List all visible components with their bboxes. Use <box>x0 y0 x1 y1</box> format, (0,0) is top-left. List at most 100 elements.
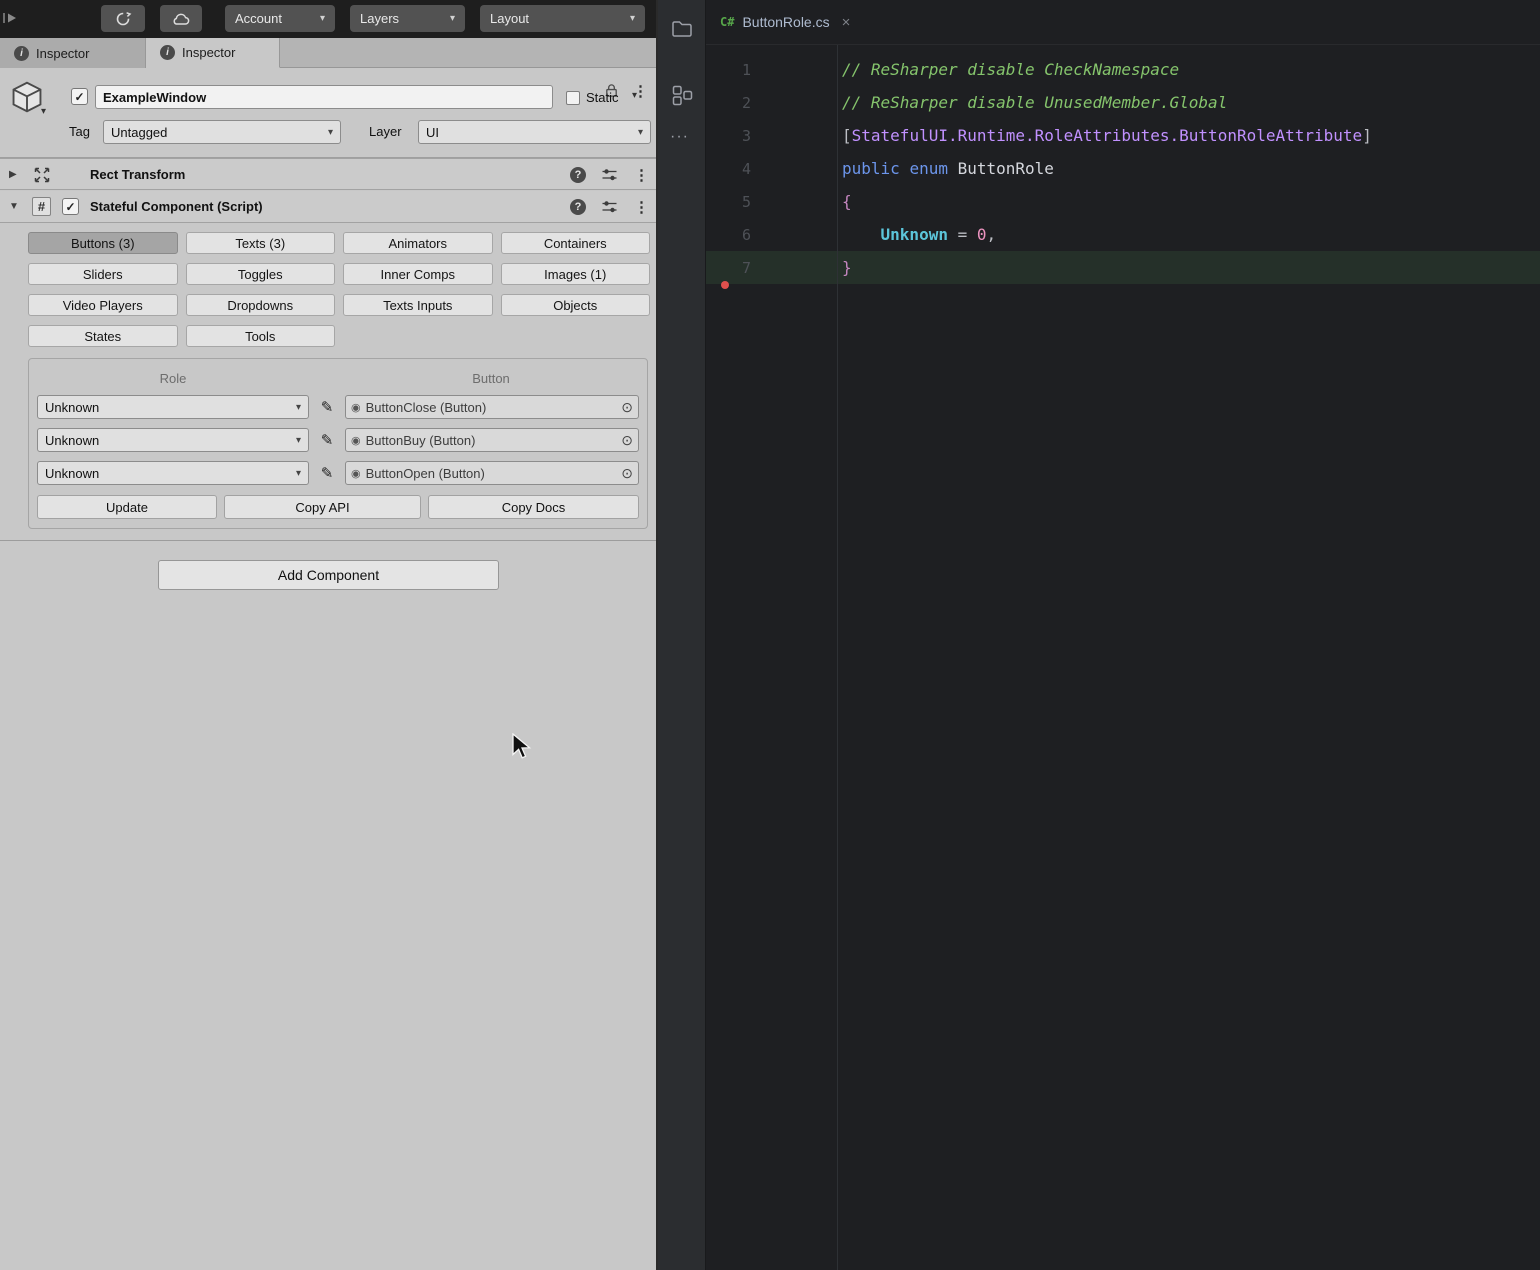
category-button[interactable]: Inner Comps <box>343 263 493 285</box>
help-icon[interactable]: ? <box>570 167 586 183</box>
check-icon: ✓ <box>74 89 85 104</box>
red-marker-icon <box>721 281 729 289</box>
role-column-header: Role <box>159 370 187 386</box>
line-number[interactable]: 5 <box>706 193 837 211</box>
structure-icon[interactable] <box>670 83 694 107</box>
help-icon[interactable]: ? <box>570 199 586 215</box>
code-line: 6 Unknown = 0, <box>706 218 1540 251</box>
foldout-expanded-icon[interactable]: ▼ <box>9 201 19 212</box>
category-button[interactable]: States <box>28 325 178 347</box>
code-editor-panel: ··· C# ButtonRole.cs × 1 // ReSharper dis… <box>658 0 1540 1270</box>
account-dropdown[interactable]: Account ▾ <box>225 5 335 32</box>
role-table: Role Button Unknown ▾ ✎ ◉ ButtonClose (Butto… <box>28 358 648 529</box>
edit-role-icon[interactable]: ✎ <box>315 464 339 482</box>
inspector-tab-icon: i <box>14 45 29 61</box>
rect-transform-icon <box>34 167 50 183</box>
category-button[interactable]: Sliders <box>28 263 178 285</box>
layer-dropdown[interactable]: UI ▾ <box>418 120 651 144</box>
component-enabled-checkbox[interactable]: ✓ <box>62 198 79 215</box>
role-dropdown[interactable]: Unknown ▾ <box>37 461 309 485</box>
role-dropdown[interactable]: Unknown ▾ <box>37 428 309 452</box>
mouse-cursor <box>512 733 532 759</box>
version-control-button[interactable] <box>101 5 145 32</box>
layers-dropdown[interactable]: Layers ▾ <box>350 5 465 32</box>
category-button[interactable]: Images (1) <box>500 263 650 285</box>
edit-role-icon[interactable]: ✎ <box>315 431 339 449</box>
object-field-value: ButtonClose (Button) <box>365 399 487 415</box>
code-line: 3 [StatefulUI.Runtime.RoleAttributes.Butt… <box>706 119 1540 152</box>
tag-dropdown[interactable]: Untagged ▾ <box>103 120 341 144</box>
chevron-down-icon[interactable]: ▾ <box>41 106 46 117</box>
stateful-component-header[interactable]: ▼ # ✓ Stateful Component (Script) ? ⋮ <box>0 191 656 223</box>
gameobject-name-value: ExampleWindow <box>103 89 207 105</box>
kebab-menu-icon[interactable]: ⋮ <box>634 198 649 216</box>
code-line: 1 // ReSharper disable CheckNamespace <box>706 53 1540 86</box>
object-icon: ◉ <box>351 467 361 480</box>
object-field[interactable]: ◉ ButtonBuy (Button) ⊙ <box>345 428 639 452</box>
role-actions: Update Copy API Copy Docs <box>37 495 639 519</box>
category-button[interactable]: Toggles <box>185 263 335 285</box>
code-editor[interactable]: 1 // ReSharper disable CheckNamespace 2 // … <box>706 45 1540 1270</box>
copy-api-button[interactable]: Copy API <box>224 495 421 519</box>
line-number[interactable]: 4 <box>706 160 837 178</box>
object-field[interactable]: ◉ ButtonClose (Button) ⊙ <box>345 395 639 419</box>
object-picker-icon[interactable]: ⊙ <box>621 399 633 416</box>
cloud-icon <box>173 13 190 25</box>
chevron-down-icon: ▾ <box>295 434 301 446</box>
layer-value: UI <box>426 124 439 140</box>
line-number[interactable]: 7 <box>706 259 837 277</box>
object-field[interactable]: ◉ ButtonOpen (Button) ⊙ <box>345 461 639 485</box>
edit-role-icon[interactable]: ✎ <box>315 398 339 416</box>
chevron-down-icon: ▾ <box>319 13 325 24</box>
foldout-collapsed-icon[interactable]: ▶ <box>9 169 17 180</box>
presets-icon[interactable] <box>601 167 618 183</box>
gameobject-active-checkbox[interactable]: ✓ <box>71 88 88 105</box>
line-number[interactable]: 2 <box>706 94 837 112</box>
unity-inspector-panel: Account ▾ Layers ▾ Layout ▾ i Inspector … <box>0 0 658 1270</box>
tab-label: Inspector <box>36 45 90 61</box>
folder-icon[interactable] <box>670 17 694 41</box>
category-button[interactable]: Buttons (3) <box>28 232 178 254</box>
role-table-header: Role Button <box>37 365 639 391</box>
tag-value: Untagged <box>111 124 168 140</box>
csharp-file-icon: C# <box>720 15 735 29</box>
more-icon[interactable]: ··· <box>670 128 689 146</box>
tab-buttonrole-cs[interactable]: C# ButtonRole.cs × <box>706 0 864 44</box>
object-field-value: ButtonOpen (Button) <box>365 465 485 481</box>
object-picker-icon[interactable]: ⊙ <box>621 465 633 482</box>
code-text: } <box>842 258 852 277</box>
gameobject-name-input[interactable]: ExampleWindow <box>95 85 553 109</box>
role-row: Unknown ▾ ✎ ◉ ButtonClose (Button) ⊙ <box>37 394 639 420</box>
update-button[interactable]: Update <box>37 495 217 519</box>
close-icon[interactable]: × <box>842 14 851 31</box>
account-label: Account <box>235 11 282 26</box>
presets-icon[interactable] <box>601 199 618 215</box>
kebab-menu-icon[interactable]: ⋮ <box>634 166 649 184</box>
unity-toolbar: Account ▾ Layers ▾ Layout ▾ <box>0 0 656 38</box>
static-checkbox[interactable] <box>566 91 580 105</box>
rect-transform-header[interactable]: ▶ Rect Transform ? ⋮ <box>0 158 656 190</box>
category-button[interactable]: Texts (3) <box>185 232 335 254</box>
category-button[interactable]: Video Players <box>28 294 178 316</box>
category-button[interactable]: Containers <box>500 232 650 254</box>
chevron-down-icon[interactable]: ▾ <box>632 90 637 101</box>
category-button[interactable]: Texts Inputs <box>343 294 493 316</box>
static-label: Static <box>586 90 619 105</box>
copy-docs-button[interactable]: Copy Docs <box>428 495 639 519</box>
line-number[interactable]: 3 <box>706 127 837 145</box>
add-component-button[interactable]: Add Component <box>158 560 499 590</box>
code-text: [StatefulUI.Runtime.RoleAttributes.Butto… <box>842 126 1372 145</box>
role-dropdown[interactable]: Unknown ▾ <box>37 395 309 419</box>
category-button[interactable]: Tools <box>185 325 335 347</box>
cloud-button[interactable] <box>160 5 202 32</box>
tab-inspector-2[interactable]: i Inspector <box>146 38 280 68</box>
line-number[interactable]: 6 <box>706 226 837 244</box>
role-value: Unknown <box>45 432 100 448</box>
line-number[interactable]: 1 <box>706 61 837 79</box>
category-button[interactable]: Objects <box>500 294 650 316</box>
category-button[interactable]: Dropdowns <box>185 294 335 316</box>
layout-dropdown[interactable]: Layout ▾ <box>480 5 645 32</box>
category-button[interactable]: Animators <box>343 232 493 254</box>
tab-inspector-1[interactable]: i Inspector <box>0 38 146 68</box>
object-picker-icon[interactable]: ⊙ <box>621 432 633 449</box>
